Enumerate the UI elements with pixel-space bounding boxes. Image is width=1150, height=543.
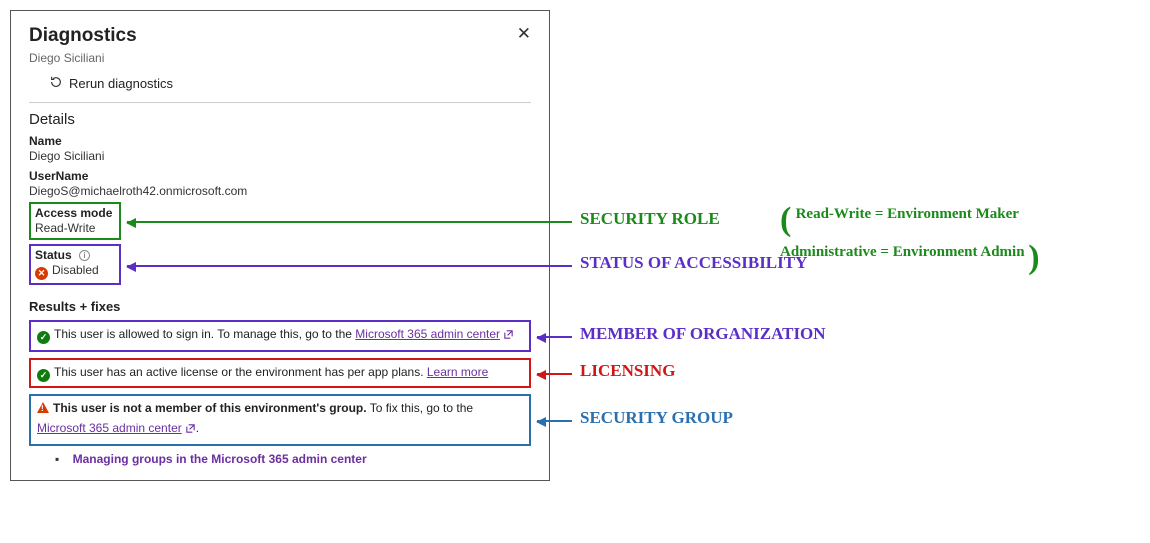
info-icon[interactable]: i [79, 250, 90, 261]
access-mode-label: Access mode [35, 206, 115, 220]
diagnostics-panel: Diagnostics ✕ Diego Siciliani Rerun diag… [10, 10, 550, 481]
status-box: Status i ✕Disabled [29, 244, 121, 285]
result-license-text: This user has an active license or the e… [54, 365, 427, 379]
label-member-org: MEMBER OF ORGANIZATION [580, 324, 826, 344]
refresh-icon [49, 75, 63, 92]
m365-admin-link[interactable]: Microsoft 365 admin center [355, 327, 514, 341]
access-mode-value: Read-Write [35, 221, 115, 235]
access-mode-box: Access mode Read-Write [29, 202, 121, 240]
username-value: DiegoS@michaelroth42.onmicrosoft.com [29, 184, 531, 198]
result-license-box: ✓ This user has an active license or the … [29, 358, 531, 388]
label-status: STATUS OF ACCESSIBILITY [580, 253, 807, 273]
label-security-role: SECURITY ROLE [580, 209, 720, 229]
warning-icon [37, 402, 49, 413]
result-group-text: To fix this, go to the [367, 401, 474, 415]
panel-title: Diagnostics [29, 25, 531, 47]
learn-more-link[interactable]: Learn more [427, 365, 488, 379]
label-licensing: LICENSING [580, 361, 675, 381]
managing-groups-link[interactable]: Managing groups in the Microsoft 365 adm… [73, 452, 367, 466]
paren-note: ( Read-Write = Environment Maker Adminis… [780, 201, 1040, 277]
details-heading: Details [29, 111, 531, 128]
result-group-bold: This user is not a member of this enviro… [53, 401, 367, 415]
panel-subtitle: Diego Siciliani [29, 51, 531, 65]
name-value: Diego Siciliani [29, 149, 531, 163]
check-icon: ✓ [37, 369, 50, 382]
result-group-box: This user is not a member of this enviro… [29, 394, 531, 445]
status-label: Status i [35, 248, 115, 262]
close-icon[interactable]: ✕ [517, 25, 531, 42]
username-label: UserName [29, 169, 531, 183]
check-icon: ✓ [37, 331, 50, 344]
rerun-label: Rerun diagnostics [69, 76, 173, 91]
rerun-diagnostics-button[interactable]: Rerun diagnostics [49, 75, 173, 92]
result-signin-box: ✓ This user is allowed to sign in. To man… [29, 320, 531, 352]
result-signin-text: This user is allowed to sign in. To mana… [54, 327, 355, 341]
status-value: ✕Disabled [35, 263, 115, 280]
name-label: Name [29, 134, 531, 148]
bullet-managing-groups: Managing groups in the Microsoft 365 adm… [55, 452, 531, 466]
external-link-icon [185, 421, 196, 440]
external-link-icon [503, 327, 514, 346]
error-icon: ✕ [35, 267, 48, 280]
m365-admin-link[interactable]: Microsoft 365 admin center [37, 421, 196, 435]
divider [29, 102, 531, 103]
results-heading: Results + fixes [29, 299, 531, 314]
label-security-group: SECURITY GROUP [580, 408, 733, 428]
